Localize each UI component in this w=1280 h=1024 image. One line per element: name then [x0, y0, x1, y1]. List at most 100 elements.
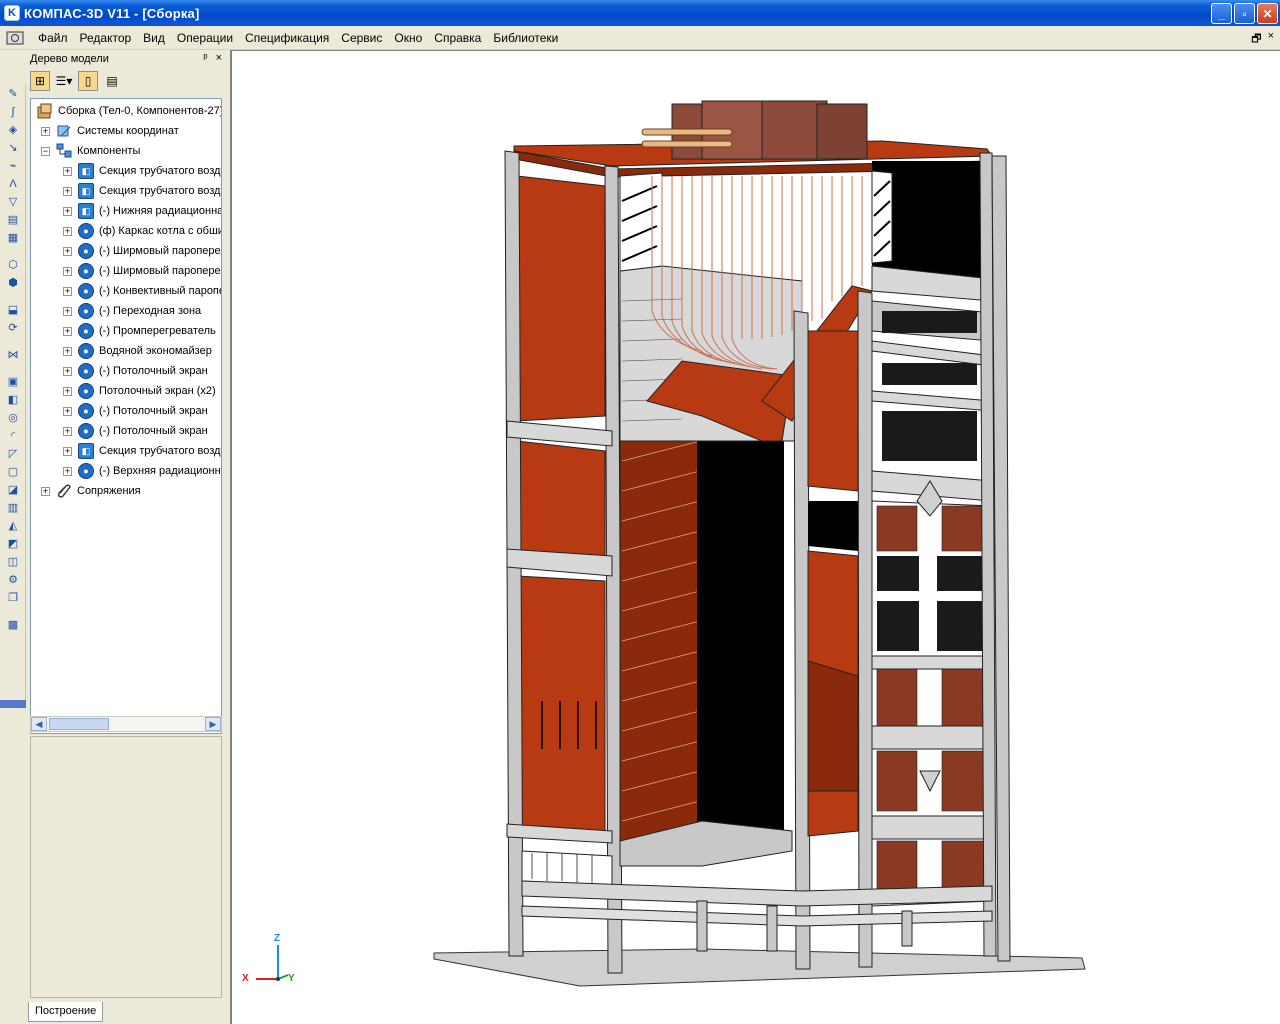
expand-icon[interactable]: + — [41, 486, 50, 496]
catalog-icon[interactable]: ▩ — [3, 616, 23, 633]
edit-assembly-icon[interactable]: ✎ — [3, 85, 23, 102]
properties-icon[interactable]: ⚙ — [3, 571, 23, 588]
menu-help[interactable]: Справка — [428, 29, 487, 47]
document-system-icon[interactable] — [4, 27, 26, 49]
rib-icon[interactable]: ◪ — [3, 481, 23, 498]
rotate-component-icon[interactable]: ⟳ — [3, 319, 23, 336]
fillet-icon[interactable]: ◜ — [3, 427, 23, 444]
filter-icon[interactable]: ▽ — [3, 193, 23, 210]
menu-operations[interactable]: Операции — [171, 29, 239, 47]
component-item[interactable]: + ◧ Секция трубчатого воздухоподогревате… — [63, 441, 221, 461]
add-component-icon[interactable]: ⬡ — [3, 256, 23, 273]
shell-icon[interactable]: ▢ — [3, 463, 23, 480]
component-icon: ● — [78, 243, 94, 259]
mdi-close-button[interactable]: × — [1268, 30, 1274, 49]
component-item[interactable]: + ● (-) Верхняя радиационная часть — [63, 461, 221, 481]
tree-filter-icon[interactable]: ▯ — [78, 71, 98, 91]
tab-build[interactable]: Построение — [28, 1002, 104, 1022]
component-icon: ● — [78, 383, 94, 399]
menu-view[interactable]: Вид — [137, 29, 171, 47]
expand-icon[interactable]: + — [63, 446, 72, 456]
surface-icon[interactable]: ◈ — [3, 121, 23, 138]
mdi-restore-button[interactable]: 🗗 — [1251, 30, 1261, 49]
kompas-app-icon[interactable]: K — [4, 5, 20, 21]
hole-icon[interactable]: ◎ — [3, 409, 23, 426]
component-item[interactable]: + ◧ Секция трубчатого воздухоподогревате… — [63, 161, 221, 181]
close-button[interactable]: ✕ — [1257, 3, 1278, 24]
tree-horizontal-scrollbar[interactable]: ◀ ▶ — [30, 716, 222, 732]
component-item[interactable]: + ● (-) Потолочный экран — [63, 421, 208, 441]
component-item[interactable]: + ● (-) Потолочный экран — [63, 401, 208, 421]
tree-item-coordinate-systems[interactable]: + Системы координат — [41, 121, 179, 141]
minimize-button[interactable]: _ — [1211, 3, 1232, 24]
toolbar-resize-handle[interactable] — [0, 700, 26, 708]
sketch-icon[interactable]: Λ — [3, 175, 23, 192]
component-item[interactable]: + ◧ Секция трубчатого воздухоподогревате… — [63, 181, 221, 201]
move-component-icon[interactable]: ⬓ — [3, 301, 23, 318]
menu-specification[interactable]: Спецификация — [239, 29, 335, 47]
tree-root-label: Сборка (Тел-0, Компонентов-27) — [58, 105, 222, 117]
expand-icon[interactable]: + — [63, 386, 72, 396]
expand-icon[interactable]: + — [63, 286, 72, 296]
expand-icon[interactable]: + — [63, 326, 72, 336]
section-icon[interactable]: ◩ — [3, 535, 23, 552]
collapse-icon[interactable]: − — [41, 146, 50, 156]
expand-icon[interactable]: + — [63, 426, 72, 436]
layers-icon[interactable]: ❐ — [3, 589, 23, 606]
expand-icon[interactable]: + — [63, 466, 72, 476]
tree-root[interactable]: Сборка (Тел-0, Компонентов-27) — [37, 101, 222, 121]
array-icon[interactable]: ▥ — [3, 499, 23, 516]
component-item[interactable]: + ● (-) Ширмовый пароперегреватель — [63, 261, 221, 281]
report-icon[interactable]: ▦ — [3, 229, 23, 246]
scroll-right-icon[interactable]: ▶ — [205, 717, 221, 731]
panel-close-icon[interactable]: × — [216, 52, 222, 64]
tree-item-components[interactable]: − Компоненты — [41, 141, 140, 161]
measure-icon[interactable]: ↘ — [3, 139, 23, 156]
insert-component-icon[interactable]: ⬢ — [3, 274, 23, 291]
tree-view-dropdown-icon[interactable]: ☰▾ — [54, 71, 74, 91]
mate-icon[interactable]: ⋈ — [3, 346, 23, 363]
menu-service[interactable]: Сервис — [335, 29, 388, 47]
component-item[interactable]: + ● (-) Переходная зона — [63, 301, 201, 321]
pin-icon[interactable]: ᵖ — [203, 52, 207, 64]
extrude-icon[interactable]: ▣ — [3, 373, 23, 390]
specification-icon[interactable]: ▤ — [3, 211, 23, 228]
component-icon: ● — [78, 223, 94, 239]
menu-editor[interactable]: Редактор — [74, 29, 138, 47]
chamfer-icon[interactable]: ◸ — [3, 445, 23, 462]
3d-viewport[interactable]: Z X Y — [230, 50, 1280, 1024]
curve-icon[interactable]: ∫ — [3, 103, 23, 120]
expand-icon[interactable]: + — [63, 246, 72, 256]
component-item[interactable]: + ● (-) Конвективный пароперегреватель — [63, 281, 221, 301]
component-item[interactable]: + ● Водяной экономайзер — [63, 341, 212, 361]
component-item[interactable]: + ◧ (-) Нижняя радиационная часть — [63, 201, 221, 221]
expand-icon[interactable]: + — [63, 226, 72, 236]
expand-icon[interactable]: + — [63, 366, 72, 376]
expand-icon[interactable]: + — [63, 266, 72, 276]
component-item[interactable]: + ● (ф) Каркас котла с обшивкой — [63, 221, 221, 241]
paperclip-icon[interactable]: ⌁ — [3, 157, 23, 174]
boolean-icon[interactable]: ◫ — [3, 553, 23, 570]
expand-icon[interactable]: + — [63, 186, 72, 196]
scroll-thumb[interactable] — [49, 718, 109, 730]
tree-item-mates[interactable]: + Сопряжения — [41, 481, 141, 501]
component-item[interactable]: + ● (-) Промперегреватель — [63, 321, 216, 341]
expand-icon[interactable]: + — [63, 206, 72, 216]
expand-icon[interactable]: + — [41, 126, 50, 136]
component-item[interactable]: + ● (-) Потолочный экран — [63, 361, 208, 381]
cut-extrude-icon[interactable]: ◧ — [3, 391, 23, 408]
expand-icon[interactable]: + — [63, 166, 72, 176]
expand-icon[interactable]: + — [63, 406, 72, 416]
mirror-icon[interactable]: ◭ — [3, 517, 23, 534]
expand-icon[interactable]: + — [63, 346, 72, 356]
component-item[interactable]: + ● (-) Ширмовый пароперегреватель — [63, 241, 221, 261]
menu-file[interactable]: Файл — [32, 29, 74, 47]
expand-icon[interactable]: + — [63, 306, 72, 316]
tree-structure-icon[interactable]: ⊞ — [30, 71, 50, 91]
maximize-button[interactable]: ▫ — [1234, 3, 1255, 24]
menu-window[interactable]: Окно — [388, 29, 428, 47]
component-item[interactable]: + ● Потолочный экран (x2) — [63, 381, 216, 401]
tree-settings-icon[interactable]: ▤ — [102, 71, 122, 91]
scroll-left-icon[interactable]: ◀ — [31, 717, 47, 731]
menu-libraries[interactable]: Библиотеки — [487, 29, 564, 47]
